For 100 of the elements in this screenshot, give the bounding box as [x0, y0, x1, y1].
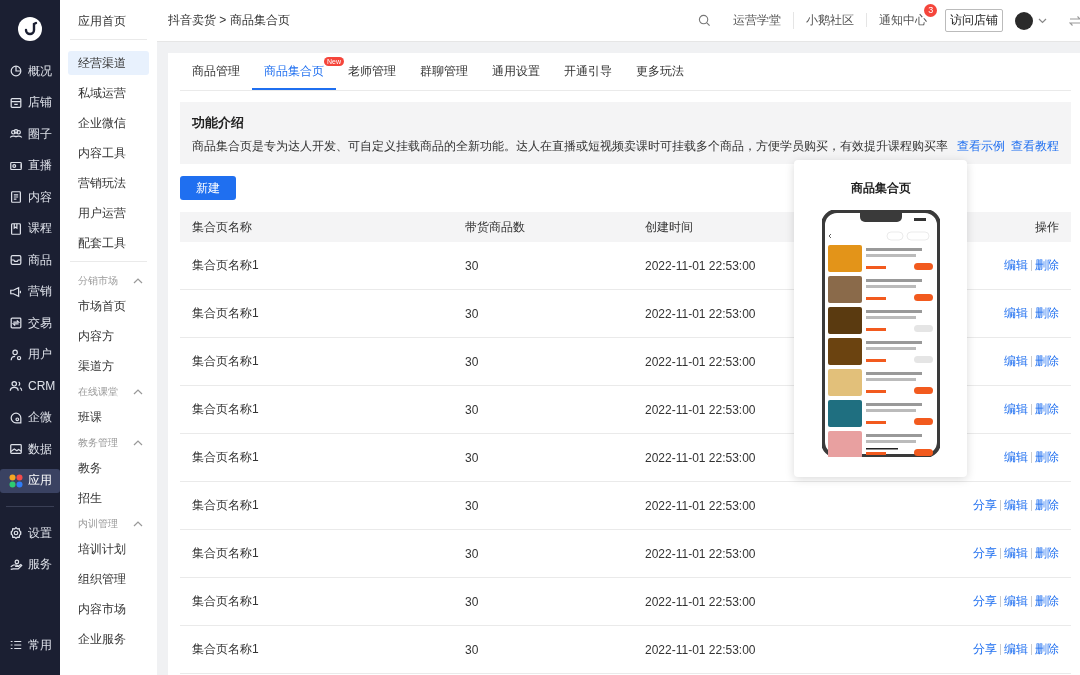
action-link[interactable]: 编辑 [1004, 641, 1029, 658]
action-link[interactable]: 编辑 [1004, 449, 1029, 466]
nav-item[interactable]: 企微 [0, 405, 60, 430]
box-icon [9, 253, 23, 267]
chevron-up-icon[interactable] [133, 389, 143, 395]
chevron-up-icon[interactable] [133, 440, 143, 446]
document-icon [9, 190, 23, 204]
nav-item[interactable]: 直播 [0, 153, 60, 178]
nav-item[interactable]: 商品 [0, 248, 60, 272]
action-link[interactable]: 编辑 [1004, 257, 1029, 274]
action-link[interactable]: 删除 [1035, 257, 1060, 274]
nav-item[interactable]: 概况 [0, 59, 60, 83]
new-button[interactable]: 新建 [180, 176, 236, 200]
nav-item[interactable]: 数据 [0, 437, 60, 461]
top-link[interactable]: 小鹅社区 [793, 12, 867, 29]
menu-item[interactable]: 渠道方 [68, 354, 149, 378]
menu-item[interactable]: 内容市场 [68, 597, 149, 621]
table-cell: 30 [465, 450, 479, 465]
action-link[interactable]: 编辑 [1004, 545, 1029, 562]
action-link[interactable]: 编辑 [1004, 497, 1029, 514]
intro-link[interactable]: 查看教程 [1011, 140, 1060, 152]
action-link[interactable]: 删除 [1035, 353, 1060, 370]
menu-item[interactable]: 招生 [68, 486, 149, 510]
table-cell: 集合页名称1 [192, 353, 259, 370]
search-icon[interactable] [698, 14, 712, 27]
table-cell: 2022-11-01 22:53:00 [645, 642, 756, 657]
intro-link[interactable]: 查看示例 [957, 140, 1006, 152]
table-cell: 2022-11-01 22:53:00 [645, 594, 756, 609]
action-link[interactable]: 编辑 [1004, 305, 1029, 322]
tab[interactable]: 开通引导 [552, 53, 624, 90]
chevron-up-icon[interactable] [133, 521, 143, 527]
menu-item[interactable]: 经营渠道 [68, 51, 149, 75]
top-link[interactable]: 运营学堂 [721, 12, 794, 29]
nav-item[interactable]: 圈子 [0, 122, 60, 146]
action-link[interactable]: 编辑 [1004, 353, 1029, 370]
table-cell: 2022-11-01 22:53:00 [645, 354, 756, 369]
nav-item[interactable]: 设置 [0, 521, 60, 545]
tab[interactable]: 群聊管理 [408, 53, 480, 90]
menu-item[interactable]: 企业微信 [68, 111, 149, 135]
table-cell: 30 [465, 498, 479, 513]
table-cell: 2022-11-01 22:53:00 [645, 306, 756, 321]
tab[interactable]: 通用设置 [480, 53, 552, 90]
settings-icon [9, 526, 23, 540]
chevron-up-icon[interactable] [133, 278, 143, 284]
action-link[interactable]: 删除 [1035, 449, 1060, 466]
nav-item[interactable]: 常用 [0, 633, 60, 657]
table-cell: 2022-11-01 22:53:00 [645, 258, 756, 273]
group-heading: 在线课堂 [78, 385, 118, 399]
menu-item[interactable]: 市场首页 [68, 294, 149, 318]
column-header: 集合页名称 [192, 218, 252, 236]
menu-item[interactable]: 内容方 [68, 324, 149, 348]
menu-item[interactable]: 内容工具 [68, 141, 149, 165]
nav-item[interactable]: 服务 [0, 552, 60, 577]
table-cell: 2022-11-01 22:53:00 [645, 546, 756, 561]
nav-item[interactable]: CRM [0, 374, 60, 398]
menu-item[interactable]: 营销玩法 [68, 171, 149, 195]
action-link[interactable]: 编辑 [1004, 401, 1029, 418]
nav-item[interactable]: 店铺 [0, 90, 60, 115]
menu-item[interactable]: 培训计划 [68, 537, 149, 561]
nav-item[interactable]: 用户 [0, 342, 60, 367]
visit-store-button[interactable]: 访问店铺 [945, 9, 1004, 32]
table-cell: 30 [465, 402, 479, 417]
nav-item[interactable]: 应用 [0, 468, 60, 493]
menu-item[interactable]: 教务 [68, 456, 149, 480]
action-link[interactable]: 删除 [1035, 497, 1060, 514]
menu-item[interactable]: 私域运营 [68, 81, 149, 105]
menu-item[interactable]: 用户运营 [68, 201, 149, 225]
nav-item[interactable]: 营销 [0, 279, 60, 304]
tab[interactable]: 商品管理 [180, 53, 252, 90]
action-link[interactable]: 编辑 [1004, 593, 1029, 610]
tab[interactable]: 更多玩法 [624, 53, 696, 90]
menu-item[interactable]: 企业服务 [68, 627, 149, 651]
book-icon [9, 221, 23, 236]
action-link[interactable]: 分享 [973, 545, 998, 562]
action-link[interactable]: 分享 [973, 497, 998, 514]
action-link[interactable]: 删除 [1035, 593, 1060, 610]
action-link[interactable]: 删除 [1035, 305, 1060, 322]
menu-item[interactable]: 组织管理 [68, 567, 149, 591]
nav-item[interactable]: 课程 [0, 216, 60, 241]
action-link[interactable]: 删除 [1035, 401, 1060, 418]
avatar[interactable] [1015, 11, 1034, 30]
action-link[interactable]: 删除 [1035, 545, 1060, 562]
group-heading: 内训管理 [78, 517, 118, 531]
store-icon [9, 95, 23, 110]
menu-item[interactable]: 应用首页 [68, 9, 149, 33]
action-link[interactable]: 分享 [973, 593, 998, 610]
menu-item[interactable]: 班课 [68, 405, 149, 429]
image-icon [9, 442, 23, 456]
menu-item[interactable]: 配套工具 [68, 231, 149, 255]
swap-icon[interactable] [1069, 15, 1080, 26]
action-link[interactable]: 删除 [1035, 641, 1060, 658]
user-icon [9, 347, 23, 362]
nav-item[interactable]: 内容 [0, 185, 60, 209]
column-header: 带货商品数 [465, 218, 525, 236]
table-cell: 30 [465, 258, 479, 273]
action-link[interactable]: 分享 [973, 641, 998, 658]
notification-count: 3 [924, 4, 938, 17]
chevron-down-icon[interactable] [1038, 17, 1048, 24]
table-cell: 30 [465, 642, 479, 657]
nav-item[interactable]: 交易 [0, 311, 60, 335]
